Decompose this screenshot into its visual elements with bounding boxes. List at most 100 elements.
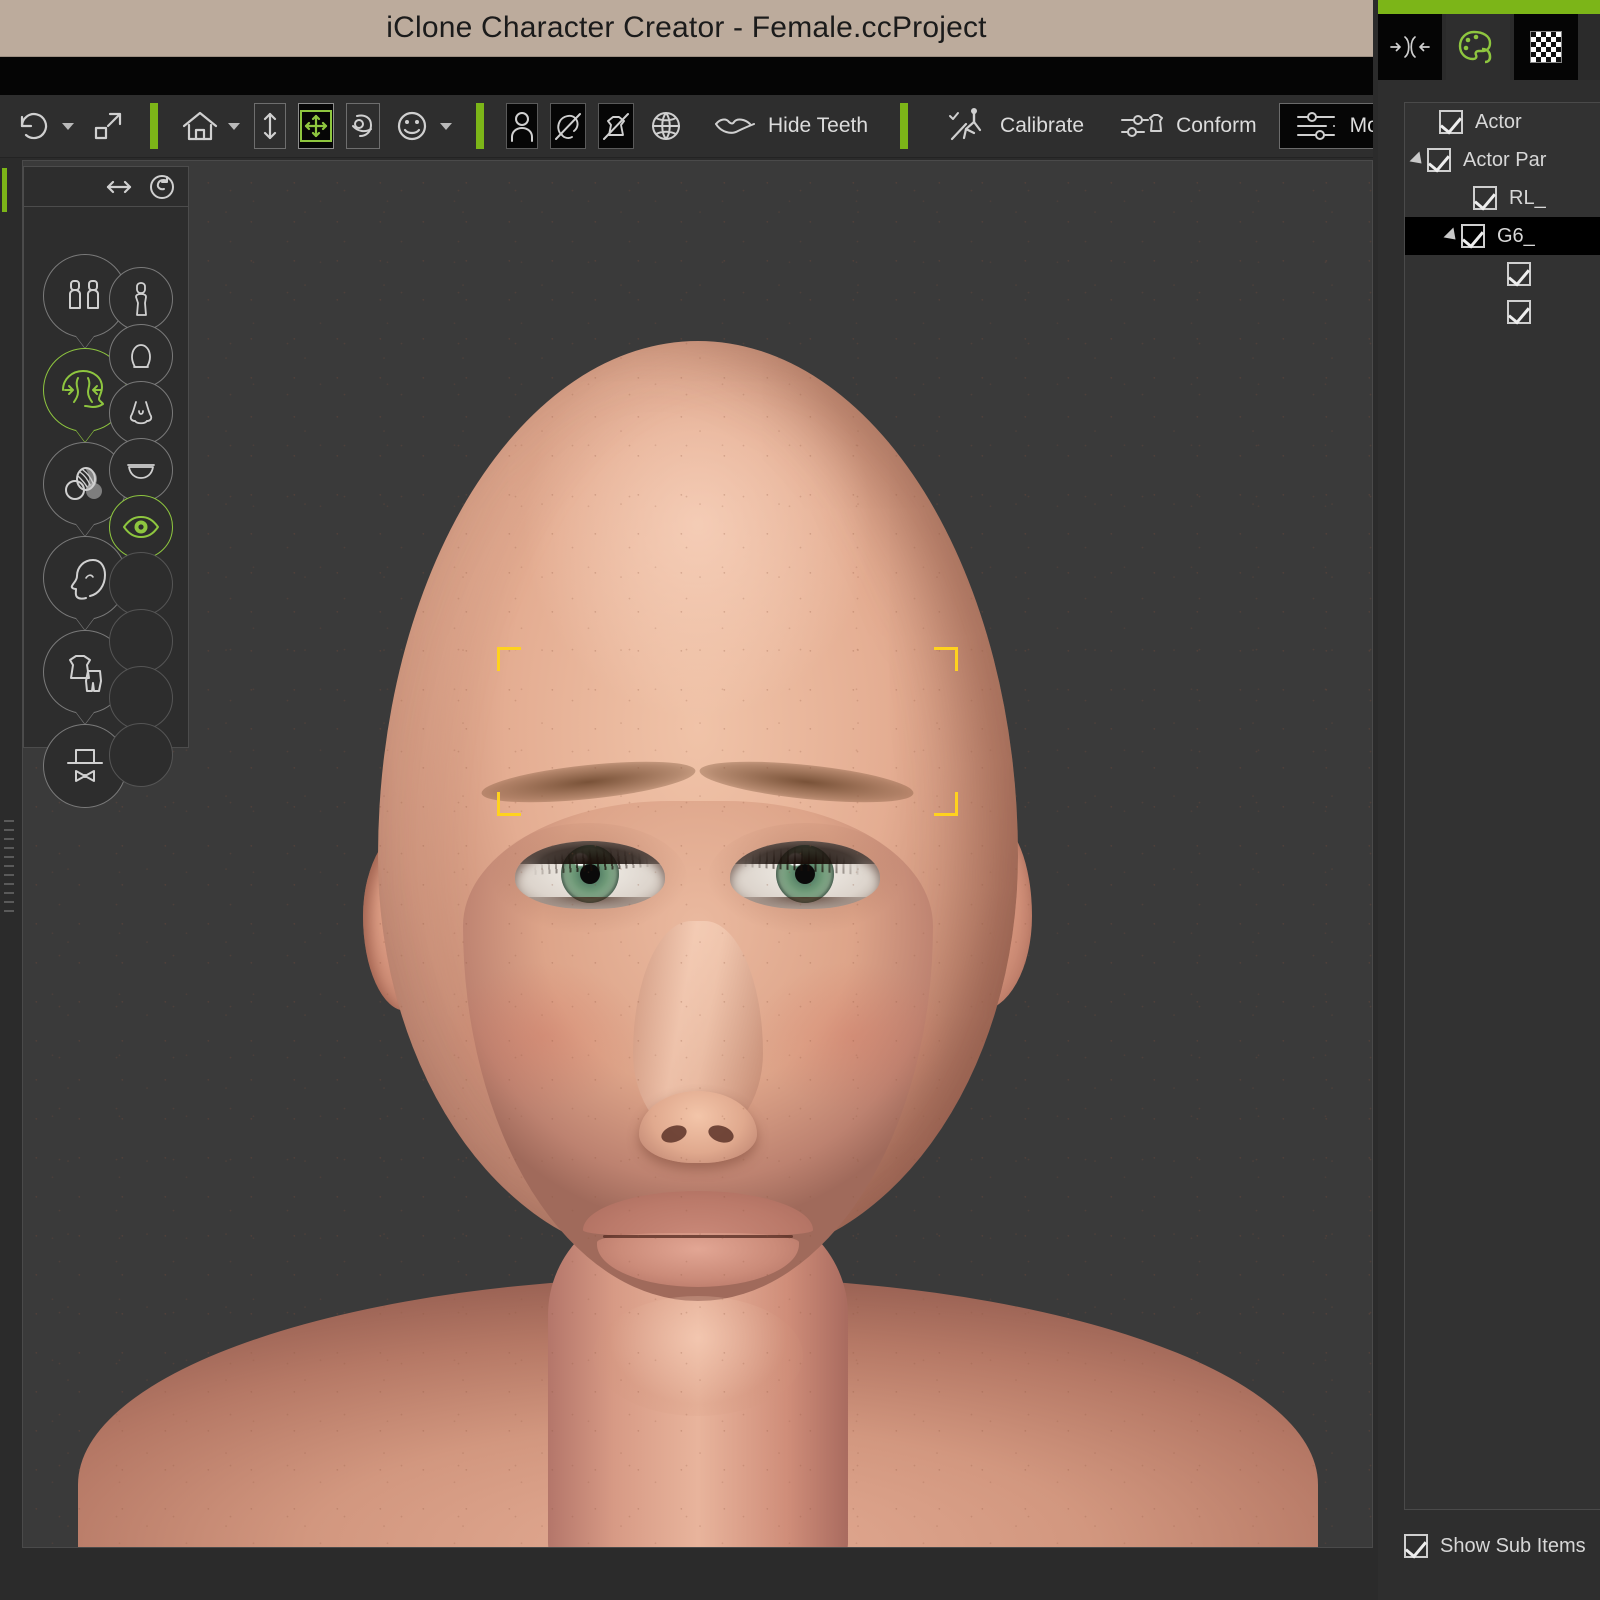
show-sub-items-checkbox[interactable] [1404,1534,1428,1558]
rotate-object-icon [347,110,379,142]
viewport-canvas[interactable] [23,161,1372,1547]
tree-item-label: Actor [1475,110,1522,133]
hat-bowtie-icon [61,743,109,789]
accent-green-bar [1378,0,1600,14]
no-hair-icon [551,109,585,143]
character-parts-palette [23,166,189,808]
move-tool-button[interactable] [298,103,334,149]
body-icon [128,279,154,319]
height-icon [255,110,285,142]
node-mouth[interactable] [109,438,173,502]
titlebar-underlay [0,57,1373,95]
bubble-tip [76,712,94,724]
table-row[interactable] [1405,255,1600,293]
fit-icon [1389,32,1431,62]
node-empty-2 [109,609,173,673]
bubble-tip [76,524,94,536]
tree-item-label: Actor Par [1463,148,1547,171]
flip-horizontal-icon[interactable] [104,177,134,197]
row-checkbox[interactable] [1507,300,1531,324]
mouth-icon [124,457,158,483]
tab-material[interactable] [1446,14,1510,80]
3d-viewport[interactable] [22,160,1373,1548]
calibrate-label: Calibrate [1000,114,1085,137]
right-panel-tabstrip [1378,14,1600,80]
undo-icon [8,104,60,148]
node-head[interactable] [109,324,173,388]
expression-button[interactable] [386,104,460,148]
expand-icon [82,104,134,148]
conform-button[interactable]: Conform [1106,103,1267,149]
skin-swatch-icon [61,462,109,506]
shirt-pants-icon [60,649,110,695]
sliders-icon [1290,104,1342,148]
toolbar-separator-3 [900,103,909,149]
tab-texture[interactable] [1514,14,1578,80]
globe-button[interactable] [640,104,692,148]
node-empty-1 [109,552,173,616]
eye-icon [122,514,160,540]
node-empty-3 [109,666,173,730]
node-body[interactable] [109,267,173,331]
undo-button[interactable] [8,104,82,148]
hide-teeth-button[interactable]: Hide Teeth [698,103,878,149]
conform-label: Conform [1176,114,1257,137]
checker-icon [1530,31,1562,63]
modify-button[interactable]: Modify [1278,103,1373,149]
chevron-down-icon[interactable] [62,122,74,130]
row-checkbox[interactable] [1461,224,1485,248]
tab-fit[interactable] [1378,14,1442,80]
calibrate-button[interactable]: Calibrate [930,103,1094,149]
head-profile-icon [61,554,109,602]
node-empty-4 [109,723,173,787]
bubble-tip [76,618,94,630]
chevron-down-icon[interactable] [440,122,452,130]
table-row[interactable]: Actor Par [1405,141,1600,179]
palette-header [24,167,188,207]
globe-icon [640,104,692,148]
modify-label: Modify [1349,114,1373,137]
show-sub-items-row[interactable]: Show Sub Items [1404,1534,1586,1558]
hide-hair-button[interactable] [550,103,586,149]
selection-bracket-top-left [497,647,521,671]
row-checkbox[interactable] [1427,148,1451,172]
bubble-tip [76,430,94,442]
expand-arrow-icon[interactable] [1409,151,1427,169]
table-row[interactable] [1405,293,1600,331]
left-edge-accent [2,168,7,212]
fullscreen-button[interactable] [82,104,134,148]
character-render [23,161,1372,1547]
rotate-tool-button[interactable] [346,103,380,149]
home-button[interactable] [174,104,248,148]
table-row[interactable]: G6_ [1405,217,1600,255]
chevron-down-icon[interactable] [228,122,240,130]
row-checkbox[interactable] [1439,110,1463,134]
show-body-button[interactable] [506,103,538,149]
selection-bracket-top-right [934,647,958,671]
show-sub-items-label: Show Sub Items [1440,1534,1586,1557]
panel-resize-grip[interactable] [4,820,14,916]
nose-icon [125,397,157,429]
home-icon [174,104,226,148]
table-row[interactable]: RL_ [1405,179,1600,217]
scene-tree[interactable]: Actor Actor Par RL_ G6_ [1404,102,1600,1510]
tree-item-label: G6_ [1497,224,1535,247]
calibrate-icon [940,104,992,148]
selection-bracket-bottom-left [497,792,521,816]
table-row[interactable]: Actor [1405,103,1600,141]
smiley-icon [386,104,438,148]
window-titlebar: iClone Character Creator - Female.ccProj… [0,0,1373,57]
move-icon [299,109,333,143]
expand-arrow-icon[interactable] [1443,227,1461,245]
hide-cloth-button[interactable] [598,103,634,149]
height-tool-button[interactable] [254,103,286,149]
palette-nodes [24,207,188,808]
head-icon [125,339,157,373]
reset-icon[interactable] [148,173,176,201]
node-nose[interactable] [109,381,173,445]
row-checkbox[interactable] [1473,186,1497,210]
row-checkbox[interactable] [1507,262,1531,286]
node-eye[interactable] [109,495,173,559]
no-cloth-icon [599,109,633,143]
tree-item-label: RL_ [1509,186,1546,209]
